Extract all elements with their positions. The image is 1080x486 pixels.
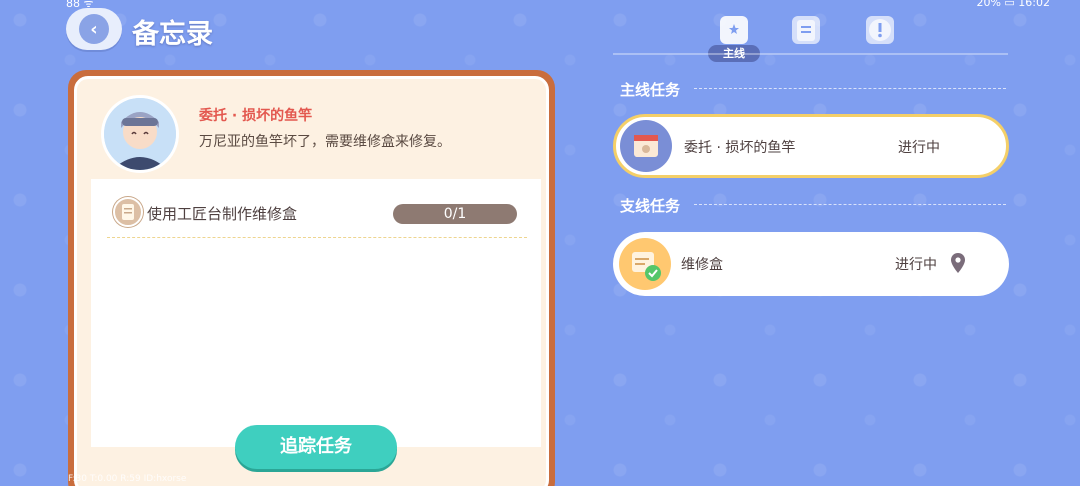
task-progress: 0/1 <box>393 204 517 224</box>
tab-clipboard[interactable] <box>786 10 826 50</box>
repair-box-icon <box>619 238 671 290</box>
tab-badge[interactable] <box>860 10 900 50</box>
map-pin-icon[interactable] <box>951 253 965 273</box>
quest-book-icon <box>720 16 748 44</box>
quest-title: 委托 · 损坏的鱼竿 <box>199 108 313 124</box>
calendar-icon <box>620 120 672 172</box>
quest-item-damaged-rod[interactable]: 委托 · 损坏的鱼竿 进行中 <box>613 114 1009 178</box>
quest-status: 进行中 <box>895 257 937 273</box>
quest-status: 进行中 <box>898 140 940 156</box>
side-quest-header: 支线任务 <box>620 197 681 215</box>
quest-item-repair-box[interactable]: 维修盒 进行中 <box>613 232 1009 296</box>
debug-readout: F:30 T:0.00 R:59 ID:hxorse <box>68 474 187 484</box>
quest-name: 维修盒 <box>681 257 723 273</box>
scroll-icon <box>113 197 143 227</box>
status-right: 20% ▭ 16:02 <box>976 0 1050 9</box>
main-quest-header: 主线任务 <box>620 81 681 99</box>
page-title: 备忘录 <box>132 19 213 50</box>
tab-main-quest[interactable] <box>714 10 754 50</box>
npc-avatar <box>101 95 179 173</box>
task-list: 使用工匠台制作维修盒 0/1 <box>91 179 541 447</box>
main-quest-divider <box>694 88 1006 89</box>
chevron-left-icon: ‹ <box>79 14 109 44</box>
badge-icon <box>866 16 894 44</box>
quest-detail-card: 委托 · 损坏的鱼竿 万尼亚的鱼竿坏了，需要维修盒来修复。 使用工匠台制作维修盒… <box>68 70 555 486</box>
back-button[interactable]: ‹ <box>66 8 122 50</box>
side-quest-divider <box>694 204 1006 205</box>
quest-detail-inner: 委托 · 损坏的鱼竿 万尼亚的鱼竿坏了，需要维修盒来修复。 使用工匠台制作维修盒… <box>74 76 549 486</box>
track-quest-button[interactable]: 追踪任务 <box>235 425 397 469</box>
quest-description: 万尼亚的鱼竿坏了，需要维修盒来修复。 <box>199 134 451 150</box>
status-bar: 88 ᯤ 20% ▭ 16:02 <box>0 0 1080 10</box>
task-label: 使用工匠台制作维修盒 <box>147 205 298 223</box>
tab-underline <box>613 53 1008 55</box>
quest-name: 委托 · 损坏的鱼竿 <box>684 140 796 156</box>
clipboard-icon <box>792 16 820 44</box>
task-divider <box>107 237 527 238</box>
